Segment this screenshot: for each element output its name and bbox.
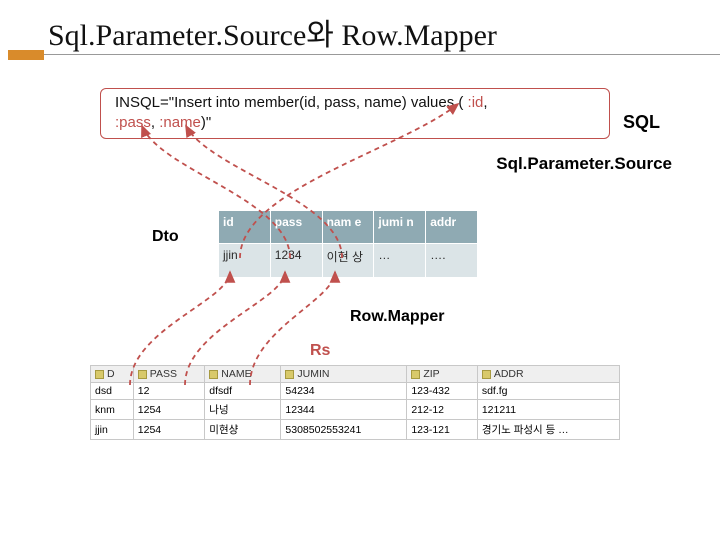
dto-h-pass: pass: [270, 211, 322, 244]
rs-row: jjin 1254 미현샹 5308502553241 123-121 경기노 …: [91, 420, 620, 440]
rs-header-row: D PASS NAME JUMIN ZIP ADDR: [91, 366, 620, 383]
resultset-grid: D PASS NAME JUMIN ZIP ADDR dsd 12 dfsdf …: [90, 365, 620, 440]
sql-param-pass: :pass: [115, 114, 151, 131]
dto-h-id: id: [219, 211, 271, 244]
column-icon: [411, 370, 420, 379]
rs-h-1: PASS: [133, 366, 205, 383]
sql-sep1: ,: [483, 94, 487, 111]
sql-text-suffix: )": [201, 114, 211, 131]
sql-param-name: :name: [159, 114, 201, 131]
column-icon: [95, 370, 104, 379]
label-rs: Rs: [310, 342, 330, 360]
rs-row: knm 1254 나넝 12344 212-12 121211: [91, 400, 620, 420]
label-dto: Dto: [152, 228, 179, 246]
title-rule: [44, 54, 720, 55]
column-icon: [482, 370, 491, 379]
dto-c-id: jjin: [219, 244, 271, 278]
dto-c-name: 이현 상: [322, 244, 374, 278]
column-icon: [138, 370, 147, 379]
dto-h-jumin: jumi n: [374, 211, 426, 244]
rs-h-3: JUMIN: [281, 366, 407, 383]
dto-c-addr: ….: [426, 244, 478, 278]
sql-text-prefix: INSQL="Insert into member(id, pass, name…: [115, 94, 468, 111]
title-accent: [8, 50, 44, 60]
column-icon: [209, 370, 218, 379]
dto-header-row: id pass nam e jumi n addr: [219, 211, 478, 244]
rs-row: dsd 12 dfsdf 54234 123-432 sdf.fg: [91, 383, 620, 400]
label-sqlparametersource: Sql.Parameter.Source: [496, 154, 672, 174]
column-icon: [285, 370, 294, 379]
sql-param-id: :id: [468, 94, 484, 111]
label-rowmapper: Row.Mapper: [350, 308, 445, 326]
rs-h-0: D: [91, 366, 134, 383]
rs-h-4: ZIP: [407, 366, 478, 383]
dto-h-name: nam e: [322, 211, 374, 244]
rs-h-5: ADDR: [477, 366, 619, 383]
page-title: Sql.Parameter.Source와 Row.Mapper: [48, 10, 497, 54]
dto-table: id pass nam e jumi n addr jjin 1234 이현 상…: [218, 210, 478, 278]
dto-data-row: jjin 1234 이현 상 … ….: [219, 244, 478, 278]
dto-c-jumin: …: [374, 244, 426, 278]
sql-statement-box: INSQL="Insert into member(id, pass, name…: [100, 88, 610, 139]
label-sql: SQL: [623, 112, 660, 133]
sql-sep2: ,: [151, 114, 159, 131]
rs-h-2: NAME: [205, 366, 281, 383]
dto-c-pass: 1234: [270, 244, 322, 278]
dto-h-addr: addr: [426, 211, 478, 244]
